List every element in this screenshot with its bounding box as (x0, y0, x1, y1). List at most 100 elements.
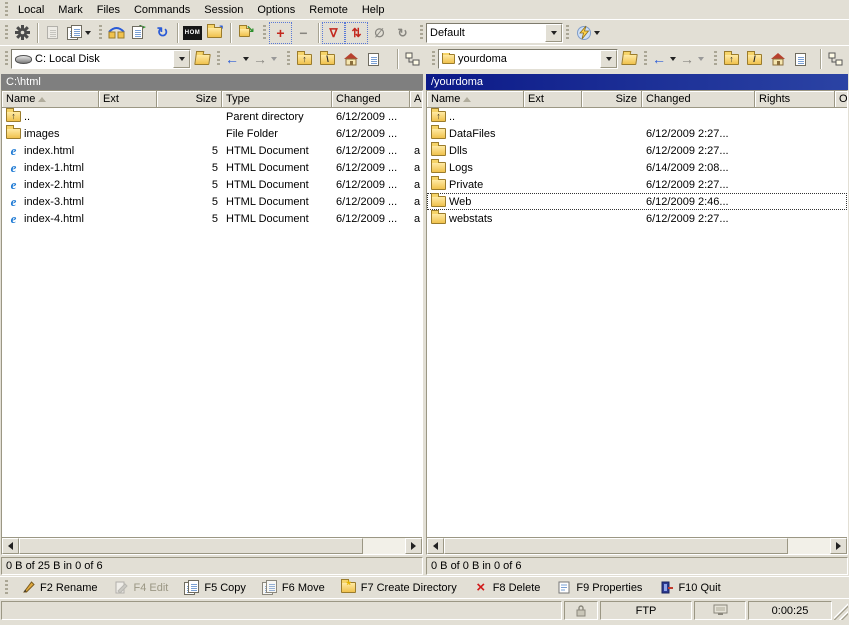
open-directory-button[interactable]: ↗ (204, 22, 227, 44)
transfer-settings-value[interactable]: Default (427, 27, 545, 39)
file-row[interactable]: imagesFile Folder6/12/2009 ... (2, 125, 422, 142)
add-bookmark-button[interactable]: + (269, 22, 292, 44)
tree-view-button[interactable] (824, 48, 847, 70)
combo-drop-button[interactable] (173, 50, 190, 68)
parent-directory-button[interactable]: ↑ (720, 48, 743, 70)
file-row[interactable]: Web6/12/2009 2:46... (427, 193, 847, 210)
sort-button[interactable]: ⇅ (345, 22, 368, 44)
menu-local[interactable]: Local (11, 2, 51, 18)
preferences-button[interactable] (11, 22, 34, 44)
parent-directory-button[interactable]: ↑ (293, 48, 316, 70)
toolbar-grip[interactable] (566, 25, 569, 41)
scrollbar-thumb[interactable] (444, 538, 788, 554)
column-header-size[interactable]: Size (582, 91, 642, 108)
file-row[interactable]: eindex-2.html5HTML Document6/12/2009 ...… (2, 176, 422, 193)
column-header-ext[interactable]: Ext (99, 91, 157, 108)
menu-grip[interactable] (5, 2, 8, 18)
file-row[interactable]: eindex-4.html5HTML Document6/12/2009 ...… (2, 210, 422, 227)
fkey-copy[interactable]: F5 Copy (177, 578, 253, 597)
fkey-quit[interactable]: F10 Quit (651, 578, 727, 597)
column-header-changed[interactable]: Changed (332, 91, 410, 108)
file-row[interactable]: eindex-3.html5HTML Document6/12/2009 ...… (2, 193, 422, 210)
toolbar-grip[interactable] (99, 25, 102, 41)
home-button[interactable] (339, 48, 362, 70)
root-directory-button[interactable]: / (743, 48, 766, 70)
open-folder-button[interactable] (618, 48, 641, 70)
column-header-rights[interactable]: Rights (755, 91, 835, 108)
menu-help[interactable]: Help (355, 2, 392, 18)
combo-drop-button[interactable] (600, 50, 617, 68)
menu-remote[interactable]: Remote (302, 2, 355, 18)
fkey-delete[interactable]: ×F8 Delete (466, 578, 548, 597)
filter-button[interactable]: ∇ (322, 22, 345, 44)
scrollbar-track[interactable] (363, 538, 405, 554)
refresh-panel-button[interactable]: ↻ (362, 48, 385, 70)
root-directory-button[interactable]: \ (316, 48, 339, 70)
transfer-settings-combo[interactable]: Default (426, 23, 563, 43)
resize-grip[interactable] (834, 601, 848, 620)
toolbar-grip[interactable] (714, 51, 717, 67)
scroll-right-button[interactable] (405, 538, 422, 554)
commander-view-button[interactable] (105, 22, 128, 44)
combo-drop-button[interactable] (545, 24, 562, 42)
menu-mark[interactable]: Mark (51, 2, 89, 18)
back-history-chevron-icon[interactable] (243, 57, 249, 61)
column-header-ext[interactable]: Ext (524, 91, 582, 108)
file-row[interactable]: ↑.. (427, 108, 847, 125)
toolbar-grip[interactable] (432, 51, 435, 67)
file-row[interactable]: Private6/12/2009 2:27... (427, 176, 847, 193)
queue-button[interactable] (64, 22, 96, 44)
scroll-left-button[interactable] (2, 538, 19, 554)
synchronize-button[interactable]: ↘ (234, 22, 260, 44)
menu-files[interactable]: Files (90, 2, 127, 18)
scroll-left-button[interactable] (427, 538, 444, 554)
menu-session[interactable]: Session (197, 2, 250, 18)
remote-directory-combo[interactable]: yourdoma (438, 49, 618, 69)
file-row[interactable]: Dlls6/12/2009 2:27... (427, 142, 847, 159)
file-row[interactable]: Logs6/14/2009 2:08... (427, 159, 847, 176)
toolbar-grip[interactable] (263, 25, 266, 41)
home-directory-button[interactable]: HOM (181, 22, 204, 44)
scrollbar-thumb[interactable] (19, 538, 363, 554)
transfer-mode-button[interactable] (572, 22, 606, 44)
file-row[interactable]: eindex.html5HTML Document6/12/2009 ...a (2, 142, 422, 159)
column-header-attr[interactable]: A (410, 91, 422, 108)
local-horizontal-scrollbar[interactable] (2, 537, 422, 554)
toolbar-grip[interactable] (217, 51, 220, 67)
column-header-name[interactable]: Name (427, 91, 524, 108)
back-history-chevron-icon[interactable] (670, 57, 676, 61)
scrollbar-track[interactable] (788, 538, 830, 554)
remote-horizontal-scrollbar[interactable] (427, 537, 847, 554)
column-header-size[interactable]: Size (157, 91, 222, 108)
home-button[interactable] (766, 48, 789, 70)
column-header-owner[interactable]: O (835, 91, 847, 108)
drive-combo[interactable]: C: Local Disk (11, 49, 191, 69)
toolbar-grip[interactable] (5, 25, 8, 41)
refresh-button[interactable]: ↻ (151, 22, 174, 44)
column-header-changed[interactable]: Changed (642, 91, 755, 108)
file-row[interactable]: webstats6/12/2009 2:27... (427, 210, 847, 227)
menu-commands[interactable]: Commands (127, 2, 197, 18)
toolbar-grip[interactable] (5, 580, 8, 596)
toolbar-grip[interactable] (644, 51, 647, 67)
back-button[interactable]: ← (223, 48, 241, 70)
refresh-panel-button[interactable]: ↻ (789, 48, 812, 70)
column-header-type[interactable]: Type (222, 91, 332, 108)
file-row[interactable]: DataFiles6/12/2009 2:27... (427, 125, 847, 142)
back-button[interactable]: ← (650, 48, 668, 70)
fkey-move[interactable]: F6 Move (255, 578, 332, 597)
explorer-view-button[interactable] (128, 22, 151, 44)
column-header-name[interactable]: Name (2, 91, 99, 108)
scroll-right-button[interactable] (830, 538, 847, 554)
fkey-properties[interactable]: F9 Properties (549, 578, 649, 597)
toolbar-grip[interactable] (420, 25, 423, 41)
open-folder-button[interactable] (191, 48, 214, 70)
file-row[interactable]: eindex-1.html5HTML Document6/12/2009 ...… (2, 159, 422, 176)
fkey-rename[interactable]: F2 Rename (13, 578, 104, 597)
fkey-create-directory[interactable]: *F7 Create Directory (334, 578, 464, 597)
toolbar-grip[interactable] (5, 51, 8, 67)
toolbar-grip[interactable] (287, 51, 290, 67)
menu-options[interactable]: Options (250, 2, 302, 18)
tree-view-button[interactable] (401, 48, 424, 70)
file-row[interactable]: ↑..Parent directory6/12/2009 ... (2, 108, 422, 125)
